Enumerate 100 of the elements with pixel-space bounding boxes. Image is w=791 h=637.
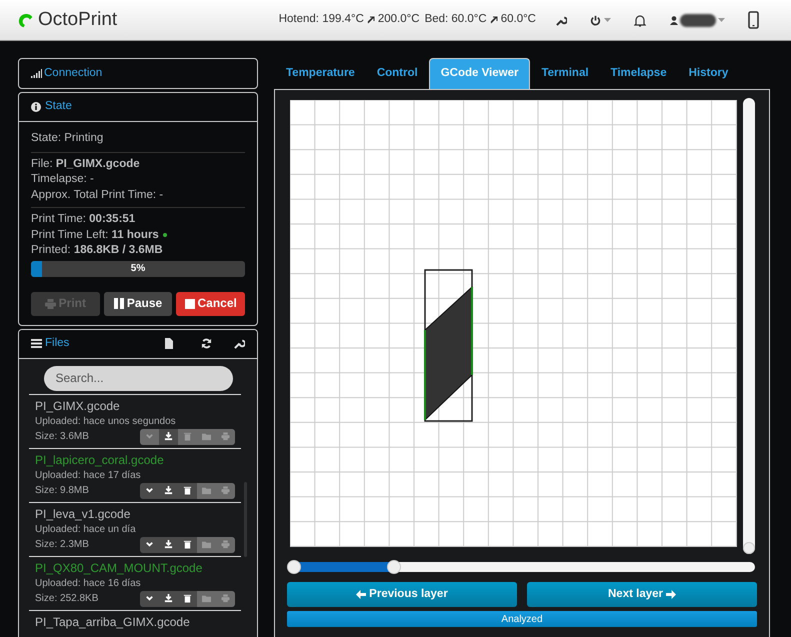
redacted-username xyxy=(680,14,716,26)
expand-chevron-icon xyxy=(145,486,154,495)
temperature-reading: Bed: 60.0°C xyxy=(424,12,487,28)
printer-button[interactable] xyxy=(216,590,235,606)
folder-icon xyxy=(202,432,211,441)
search-field[interactable]: Search... xyxy=(44,366,232,390)
folder-icon xyxy=(202,540,211,549)
user-icon xyxy=(670,16,678,24)
zoom-slider-thumb[interactable] xyxy=(743,542,755,554)
target-temperature: 60.0°C xyxy=(500,12,536,28)
connection-heading[interactable]: Connection xyxy=(44,64,102,82)
download-icon xyxy=(164,486,173,495)
file-upload-date: Uploaded: hace 16 días xyxy=(35,576,142,590)
zoom-slider[interactable] xyxy=(743,98,755,554)
folder-button[interactable] xyxy=(197,590,216,606)
file-name[interactable]: PI_QX80_CAM_MOUNT.gcode xyxy=(35,560,235,576)
printer-icon xyxy=(44,298,56,308)
target-arrow-icon xyxy=(490,16,498,24)
tab[interactable]: Control xyxy=(366,58,429,89)
target-arrow-icon xyxy=(366,16,375,24)
expand-chevron-icon xyxy=(145,540,154,549)
expand-chevron-button[interactable] xyxy=(140,482,159,498)
state-heading[interactable]: State xyxy=(45,98,72,116)
list-icon xyxy=(31,339,42,348)
folder-icon xyxy=(202,486,211,495)
file-size: Size: 252.8KB xyxy=(35,592,98,606)
download-icon xyxy=(164,432,173,441)
layer-slider-thumb[interactable] xyxy=(387,560,402,574)
file-size: Size: 9.8MB xyxy=(35,484,89,498)
trash-icon xyxy=(183,486,192,495)
mobile-phone-icon[interactable] xyxy=(748,11,759,29)
expand-chevron-button[interactable] xyxy=(140,428,159,444)
progress-percent: 5% xyxy=(130,262,146,276)
bell-icon[interactable] xyxy=(634,14,646,26)
download-icon xyxy=(164,540,173,549)
printer-icon xyxy=(221,432,230,441)
print-info-line: Printed: 186.8KB / 3.6MB xyxy=(31,243,163,258)
power-icon xyxy=(590,14,601,26)
print-info-line: Print Time: 00:35:51 xyxy=(31,212,136,227)
trash-icon xyxy=(183,594,192,603)
tab[interactable]: Timelapse xyxy=(600,58,678,89)
previous-layer-button[interactable]: Previous layer xyxy=(287,582,517,607)
file-upload-date: Uploaded: hace un día xyxy=(35,522,137,536)
info-icon xyxy=(31,102,41,112)
next-layer-button[interactable]: Next layer xyxy=(527,582,757,607)
file-size: Size: 2.3MB xyxy=(35,538,89,552)
printer-button[interactable] xyxy=(216,536,235,552)
print-info-line: Timelapse: - xyxy=(31,172,95,187)
file-name[interactable]: PI_lapicero_coral.gcode xyxy=(35,452,235,468)
trash-button[interactable] xyxy=(178,536,197,552)
wrench-icon[interactable] xyxy=(556,14,567,26)
trash-button[interactable] xyxy=(178,428,197,444)
file-size: Size: 3.6MB xyxy=(35,430,89,444)
cancel-button[interactable]: Cancel xyxy=(176,292,246,316)
file-name[interactable]: PI_Tapa_arriba_GIMX.gcode xyxy=(35,614,235,630)
brand-name[interactable]: OctoPrint xyxy=(38,6,118,34)
download-button[interactable] xyxy=(159,428,178,444)
file-name[interactable]: PI_leva_v1.gcode xyxy=(35,506,235,522)
folder-button[interactable] xyxy=(197,482,216,498)
stop-square-icon xyxy=(184,298,194,308)
file-upload-date: Uploaded: hace unos segundos xyxy=(35,414,177,428)
folder-icon xyxy=(202,594,211,603)
caret-icon xyxy=(604,18,611,22)
printer-button[interactable] xyxy=(216,428,235,444)
analysis-status-bar: Analyzed xyxy=(287,611,757,627)
printer-state: State: Printing xyxy=(31,131,245,152)
tab[interactable]: Temperature xyxy=(275,58,366,89)
layer-slider-thumb[interactable] xyxy=(287,560,301,574)
tab[interactable]: History xyxy=(678,58,740,89)
file-name[interactable]: PI_GIMX.gcode xyxy=(35,398,235,414)
folder-button[interactable] xyxy=(197,536,216,552)
expand-chevron-icon xyxy=(145,594,154,603)
pause-button[interactable]: Pause xyxy=(104,292,172,316)
print-info-line: Approx. Total Print Time: - xyxy=(31,188,164,202)
download-icon xyxy=(164,594,173,603)
signal-bars-icon xyxy=(31,69,42,78)
print-info-line: Print Time Left: 11 hours xyxy=(31,228,159,242)
trash-button[interactable] xyxy=(178,482,197,498)
print-info-line: File: PI_GIMX.gcode xyxy=(31,156,141,172)
document-icon[interactable] xyxy=(165,338,173,349)
user-menu[interactable] xyxy=(670,14,725,26)
expand-chevron-button[interactable] xyxy=(140,536,159,552)
printer-button[interactable] xyxy=(216,482,235,498)
expand-chevron-button[interactable] xyxy=(140,590,159,606)
trash-icon xyxy=(183,540,192,549)
printer-icon xyxy=(221,540,230,549)
trash-button[interactable] xyxy=(178,590,197,606)
power-menu[interactable] xyxy=(590,14,611,26)
temperature-reading: Hotend: 199.4°C xyxy=(278,12,364,28)
layer-slider[interactable] xyxy=(287,560,757,574)
expand-chevron-icon xyxy=(145,432,154,441)
refresh-icon[interactable] xyxy=(201,338,212,349)
printer-icon xyxy=(221,594,230,603)
caret-icon xyxy=(718,18,725,22)
files-heading[interactable]: Files xyxy=(45,334,70,352)
arrow-right-icon xyxy=(666,590,676,599)
tab[interactable]: Terminal xyxy=(530,58,600,89)
trash-icon xyxy=(183,432,192,441)
print-bed-grid[interactable] xyxy=(290,100,737,547)
file-upload-date: Uploaded: hace 17 días xyxy=(35,468,142,482)
